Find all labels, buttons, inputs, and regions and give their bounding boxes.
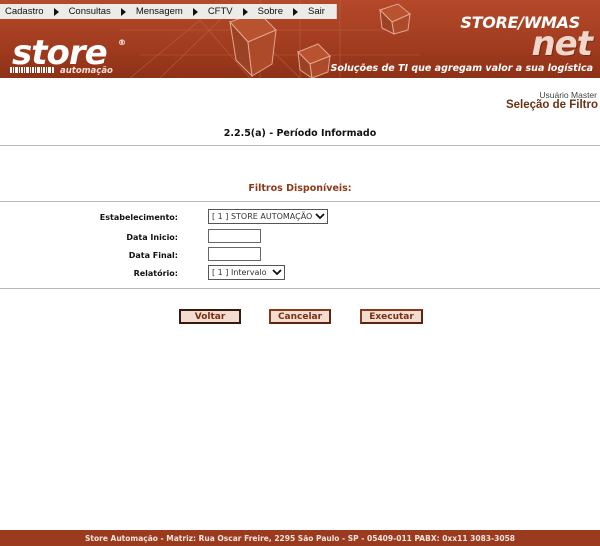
menu-arrow-icon bbox=[292, 7, 298, 16]
registered-mark: ® bbox=[118, 38, 126, 47]
store-logo: store bbox=[12, 33, 108, 73]
main-menu-bar: Cadastro Consultas Mensagem CFTV Sobre S… bbox=[0, 4, 337, 19]
footer-text: Store Automação - Matriz: Rua Oscar Frei… bbox=[84, 533, 516, 543]
report-label: Relatório: bbox=[133, 269, 178, 278]
divider bbox=[0, 288, 600, 289]
chevron-down-icon bbox=[313, 210, 327, 223]
logo-subtitle: automação bbox=[60, 66, 113, 76]
brand-suffix: net bbox=[531, 24, 593, 64]
menu-arrow-icon bbox=[242, 7, 248, 16]
menu-arrow-icon bbox=[120, 7, 126, 16]
menu-item-consultas[interactable]: Consultas bbox=[69, 6, 111, 17]
logo-bars-icon bbox=[10, 67, 54, 73]
menu-item-cadastro[interactable]: Cadastro bbox=[5, 6, 44, 17]
chevron-down-icon bbox=[270, 266, 284, 279]
menu-item-cftv[interactable]: CFTV bbox=[208, 6, 233, 17]
cancel-button[interactable]: Cancelar bbox=[269, 309, 331, 324]
end-date-label: Data Final: bbox=[128, 251, 178, 260]
start-date-label: Data Inicio: bbox=[126, 233, 178, 242]
establishment-select[interactable]: [ 1 ] STORE AUTOMAÇÃO bbox=[208, 209, 328, 224]
report-value: [ 1 ] Intervalo bbox=[212, 268, 267, 277]
execute-button[interactable]: Executar bbox=[360, 309, 423, 324]
end-date-input[interactable] bbox=[208, 247, 261, 261]
slogan: Soluções de TI que agregam valor a sua l… bbox=[330, 63, 593, 74]
establishment-value: [ 1 ] STORE AUTOMAÇÃO bbox=[212, 212, 313, 221]
section-title: Seleção de Filtro bbox=[505, 99, 598, 111]
filters-title: Filtros Disponíveis: bbox=[248, 183, 352, 194]
menu-item-mensagem[interactable]: Mensagem bbox=[136, 6, 183, 17]
divider bbox=[0, 145, 600, 146]
page-title: 2.2.5(a) - Período Informado bbox=[223, 128, 377, 139]
report-select[interactable]: [ 1 ] Intervalo bbox=[208, 265, 285, 280]
header-banner: Cadastro Consultas Mensagem CFTV Sobre S… bbox=[0, 0, 600, 78]
establishment-label: Estabelecimento: bbox=[99, 213, 178, 222]
back-button[interactable]: Voltar bbox=[179, 309, 241, 324]
menu-item-sair[interactable]: Sair bbox=[308, 6, 325, 17]
footer: Store Automação - Matriz: Rua Oscar Frei… bbox=[0, 530, 600, 546]
menu-item-sobre[interactable]: Sobre bbox=[258, 6, 283, 17]
menu-arrow-icon bbox=[53, 7, 59, 16]
menu-arrow-icon bbox=[192, 7, 198, 16]
divider bbox=[0, 201, 600, 202]
start-date-input[interactable] bbox=[208, 229, 261, 243]
